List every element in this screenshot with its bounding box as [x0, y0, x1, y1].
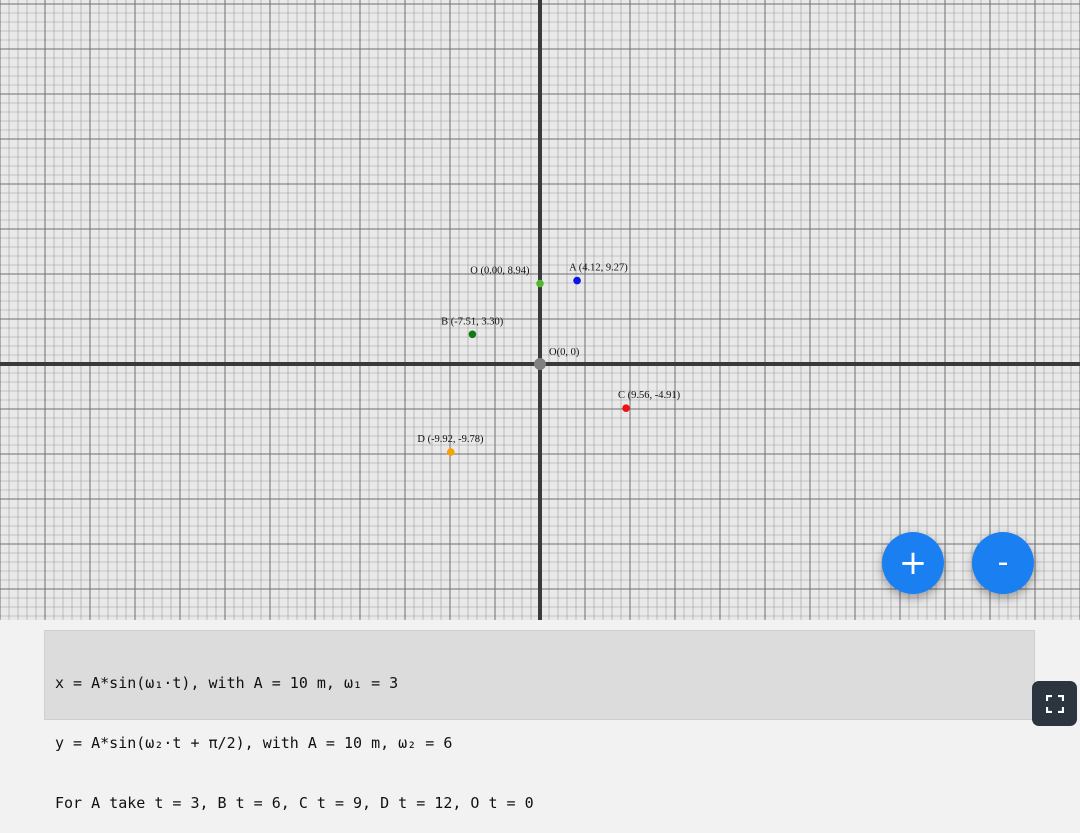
point-label-a: A (4.12, 9.27): [569, 263, 628, 274]
point-label-d: D (-9.92, -9.78): [417, 434, 484, 445]
equation-y: y = A*sin(ω₂·t + π/2), with A = 10 m, ω₂…: [55, 734, 453, 752]
point-d[interactable]: [446, 448, 455, 456]
fullscreen-button[interactable]: [1032, 681, 1077, 726]
point-c[interactable]: [622, 404, 630, 412]
equation-panel: x = A*sin(ω₁·t), with A = 10 m, ω₁ = 3 y…: [44, 630, 1035, 812]
point-a[interactable]: [573, 276, 581, 285]
fullscreen-icon: [1045, 694, 1064, 713]
point-b[interactable]: [468, 330, 477, 339]
origin-point[interactable]: [534, 358, 546, 370]
origin-label: O(0, 0): [549, 347, 580, 358]
point-label-o_t0: O (0.00, 8.94): [470, 266, 530, 277]
point-label-c: C (9.56, -4.91): [618, 390, 681, 401]
coordinate-plane[interactable]: O(0, 0) O (0.00, 8.94) A (4.12, 9.27) B (-7…: [0, 0, 1080, 620]
equation-x: x = A*sin(ω₁·t), with A = 10 m, ω₁ = 3: [55, 674, 399, 692]
zoom-out-button[interactable]: -: [972, 532, 1034, 594]
grid-svg: O(0, 0) O (0.00, 8.94) A (4.12, 9.27) B (-7…: [0, 0, 1080, 620]
point-label-b: B (-7.51, 3.30): [441, 316, 504, 327]
zoom-in-button[interactable]: +: [882, 532, 944, 594]
point-o_t0[interactable]: [536, 279, 544, 288]
time-assignments: For A take t = 3, B t = 6, C t = 9, D t …: [55, 794, 534, 812]
